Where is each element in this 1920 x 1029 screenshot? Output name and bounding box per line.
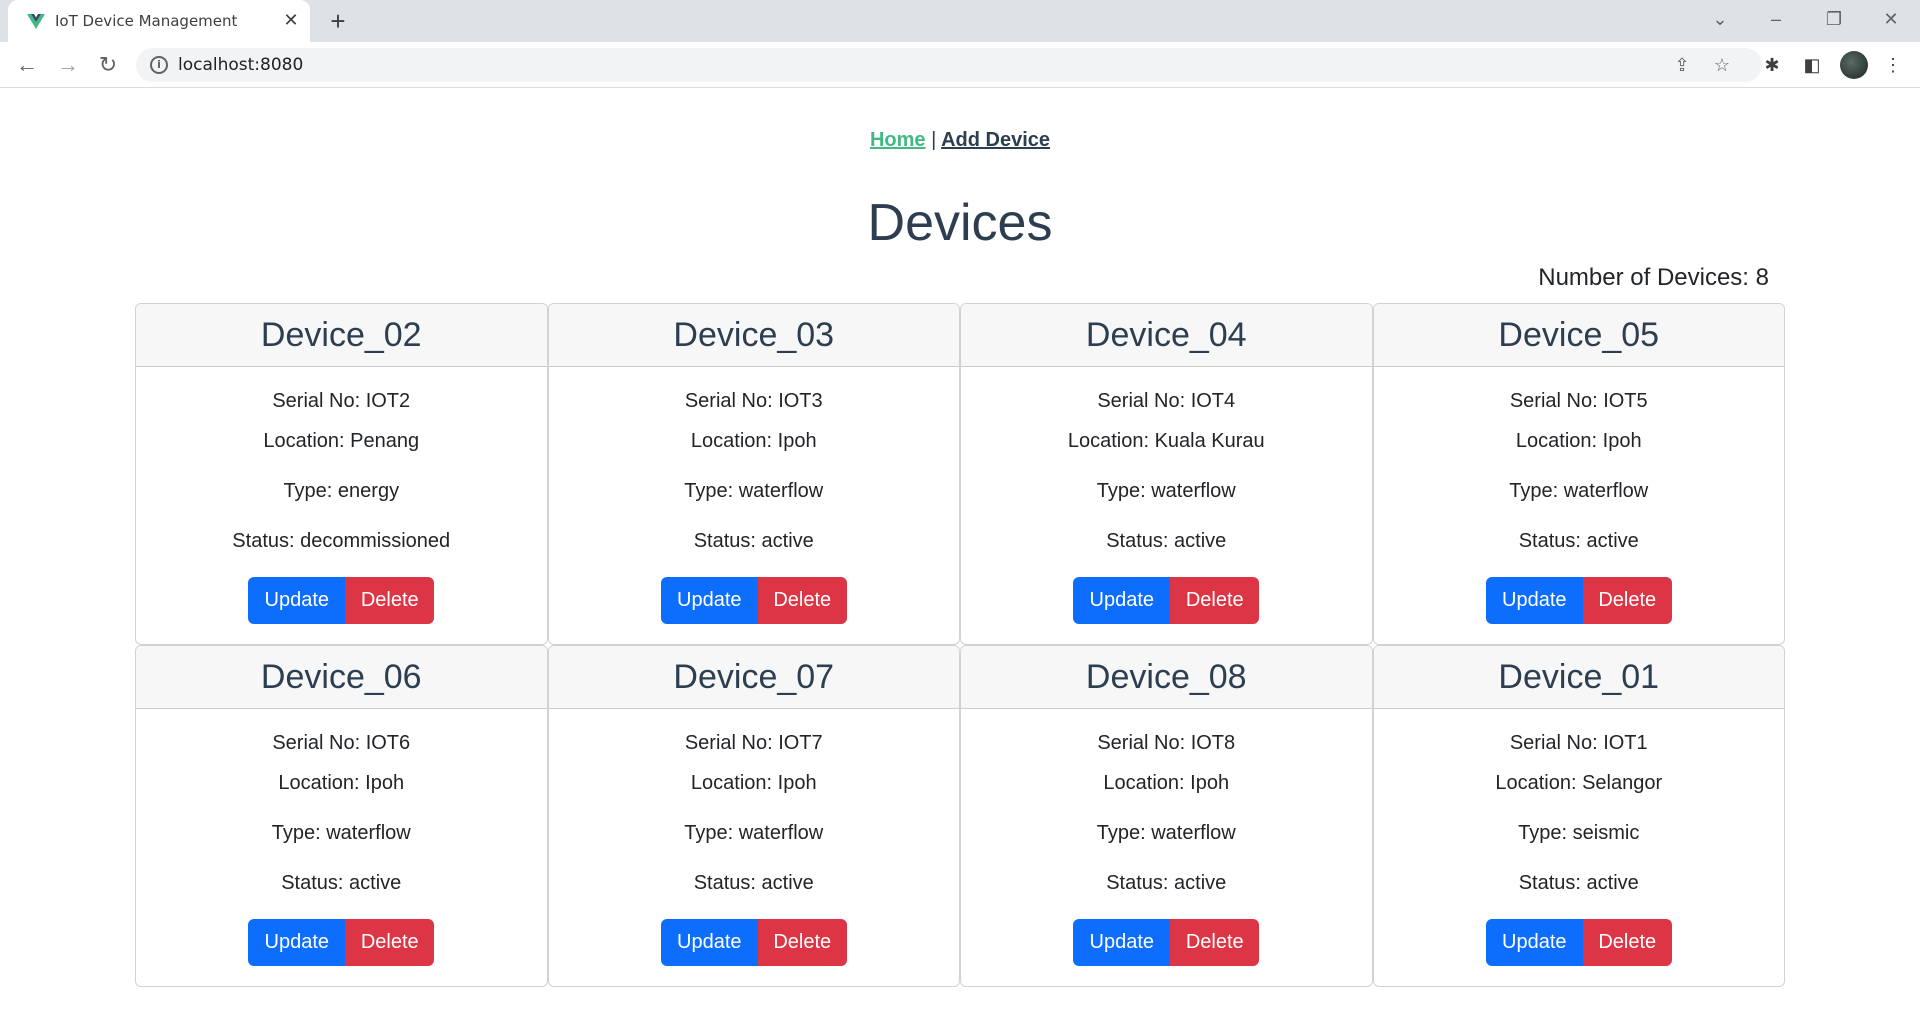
delete-button[interactable]: Delete xyxy=(757,577,847,624)
device-card: Device_06 Serial No: IOT6 Location: Ipoh… xyxy=(135,645,548,987)
device-name: Device_04 xyxy=(961,304,1372,367)
update-button[interactable]: Update xyxy=(1073,919,1171,966)
device-serial: Serial No: IOT6 xyxy=(272,732,411,754)
device-serial: Serial No: IOT3 xyxy=(684,390,823,412)
device-location: Location: Ipoh xyxy=(1515,430,1642,452)
device-status: Status: active xyxy=(1518,530,1639,552)
profile-avatar[interactable] xyxy=(1840,51,1868,79)
device-type: Type: waterflow xyxy=(271,822,411,844)
device-type: Type: waterflow xyxy=(684,480,824,502)
side-panel-icon[interactable]: ◧ xyxy=(1799,52,1825,78)
restore-icon[interactable]: ❐ xyxy=(1814,4,1854,34)
device-status: Status: active xyxy=(1106,530,1227,552)
page-content: Home | Add Device Devices Number of Devi… xyxy=(0,89,1920,1029)
update-button[interactable]: Update xyxy=(1485,919,1583,966)
device-status: Status: active xyxy=(1518,872,1639,894)
update-button[interactable]: Update xyxy=(248,919,346,966)
close-window-icon[interactable]: ✕ xyxy=(1871,4,1911,34)
device-card: Device_03 Serial No: IOT3 Location: Ipoh… xyxy=(547,303,960,645)
bookmark-star-icon[interactable]: ☆ xyxy=(1710,53,1734,77)
device-type: Type: seismic xyxy=(1518,822,1640,844)
device-location: Location: Selangor xyxy=(1495,772,1663,794)
device-card: Device_01 Serial No: IOT1 Location: Sela… xyxy=(1372,645,1785,987)
device-serial: Serial No: IOT2 xyxy=(272,390,411,412)
device-count: Number of Devices: 8 xyxy=(1538,264,1769,291)
update-button[interactable]: Update xyxy=(660,919,758,966)
device-name: Device_07 xyxy=(548,646,959,709)
add-device-link[interactable]: Add Device xyxy=(941,129,1050,151)
tab-title: IoT Device Management xyxy=(55,12,238,30)
device-location: Location: Ipoh xyxy=(1103,772,1230,794)
address-bar[interactable]: i localhost:8080 ⇪ ☆ xyxy=(136,48,1762,82)
device-type: Type: waterflow xyxy=(1096,480,1236,502)
url-text: localhost:8080 xyxy=(178,55,304,75)
device-card: Device_07 Serial No: IOT7 Location: Ipoh… xyxy=(547,645,960,987)
device-type: Type: energy xyxy=(283,480,400,502)
delete-button[interactable]: Delete xyxy=(345,577,435,624)
device-location: Location: Penang xyxy=(263,430,420,452)
device-serial: Serial No: IOT8 xyxy=(1097,732,1236,754)
device-type: Type: waterflow xyxy=(1509,480,1649,502)
delete-button[interactable]: Delete xyxy=(1582,577,1672,624)
device-name: Device_03 xyxy=(548,304,959,367)
forward-icon[interactable]: → xyxy=(53,50,83,80)
new-tab-icon[interactable]: + xyxy=(323,6,353,36)
device-type: Type: waterflow xyxy=(684,822,824,844)
device-serial: Serial No: IOT5 xyxy=(1509,390,1648,412)
browser-tab-bar: IoT Device Management ✕ + ⌄ – ❐ ✕ xyxy=(0,0,1920,42)
nav-separator: | xyxy=(931,129,937,151)
home-link[interactable]: Home xyxy=(870,129,926,151)
device-name: Device_02 xyxy=(136,304,547,367)
device-name: Device_08 xyxy=(961,646,1372,709)
extensions-icon[interactable]: ✱ xyxy=(1759,52,1785,78)
delete-button[interactable]: Delete xyxy=(1170,577,1260,624)
device-location: Location: Ipoh xyxy=(690,772,817,794)
delete-button[interactable]: Delete xyxy=(1582,919,1672,966)
device-name: Device_05 xyxy=(1373,304,1784,367)
browser-toolbar: ← → ↻ i localhost:8080 ⇪ ☆ ✱ ◧ ⋮ xyxy=(0,42,1920,88)
vue-logo-icon xyxy=(27,14,45,29)
device-card: Device_04 Serial No: IOT4 Location: Kual… xyxy=(960,303,1373,645)
browser-tab[interactable]: IoT Device Management ✕ xyxy=(8,0,310,42)
delete-button[interactable]: Delete xyxy=(345,919,435,966)
device-location: Location: Ipoh xyxy=(690,430,817,452)
page-title: Devices xyxy=(867,194,1053,252)
info-icon[interactable]: i xyxy=(150,56,168,74)
device-card: Device_08 Serial No: IOT8 Location: Ipoh… xyxy=(960,645,1373,987)
top-nav: Home | Add Device xyxy=(0,129,1920,152)
update-button[interactable]: Update xyxy=(660,577,758,624)
menu-icon[interactable]: ⋮ xyxy=(1880,52,1906,78)
close-tab-icon[interactable]: ✕ xyxy=(280,9,302,31)
device-status: Status: decommissioned xyxy=(232,530,451,552)
device-name: Device_01 xyxy=(1373,646,1784,709)
device-serial: Serial No: IOT1 xyxy=(1509,732,1648,754)
tab-search-icon[interactable]: ⌄ xyxy=(1700,4,1740,34)
update-button[interactable]: Update xyxy=(248,577,346,624)
device-location: Location: Kuala Kurau xyxy=(1067,430,1265,452)
device-serial: Serial No: IOT7 xyxy=(684,732,823,754)
device-status: Status: active xyxy=(693,872,814,894)
reload-icon[interactable]: ↻ xyxy=(93,50,123,80)
device-grid: Device_02 Serial No: IOT2 Location: Pena… xyxy=(135,303,1785,987)
device-status: Status: active xyxy=(281,872,402,894)
minimize-icon[interactable]: – xyxy=(1756,4,1796,34)
device-status: Status: active xyxy=(1106,872,1227,894)
delete-button[interactable]: Delete xyxy=(1170,919,1260,966)
device-card: Device_02 Serial No: IOT2 Location: Pena… xyxy=(135,303,548,645)
delete-button[interactable]: Delete xyxy=(757,919,847,966)
update-button[interactable]: Update xyxy=(1073,577,1171,624)
device-card: Device_05 Serial No: IOT5 Location: Ipoh… xyxy=(1372,303,1785,645)
device-location: Location: Ipoh xyxy=(278,772,405,794)
device-name: Device_06 xyxy=(136,646,547,709)
device-status: Status: active xyxy=(693,530,814,552)
back-icon[interactable]: ← xyxy=(12,50,42,80)
device-type: Type: waterflow xyxy=(1096,822,1236,844)
share-icon[interactable]: ⇪ xyxy=(1670,53,1694,77)
device-serial: Serial No: IOT4 xyxy=(1097,390,1236,412)
update-button[interactable]: Update xyxy=(1485,577,1583,624)
